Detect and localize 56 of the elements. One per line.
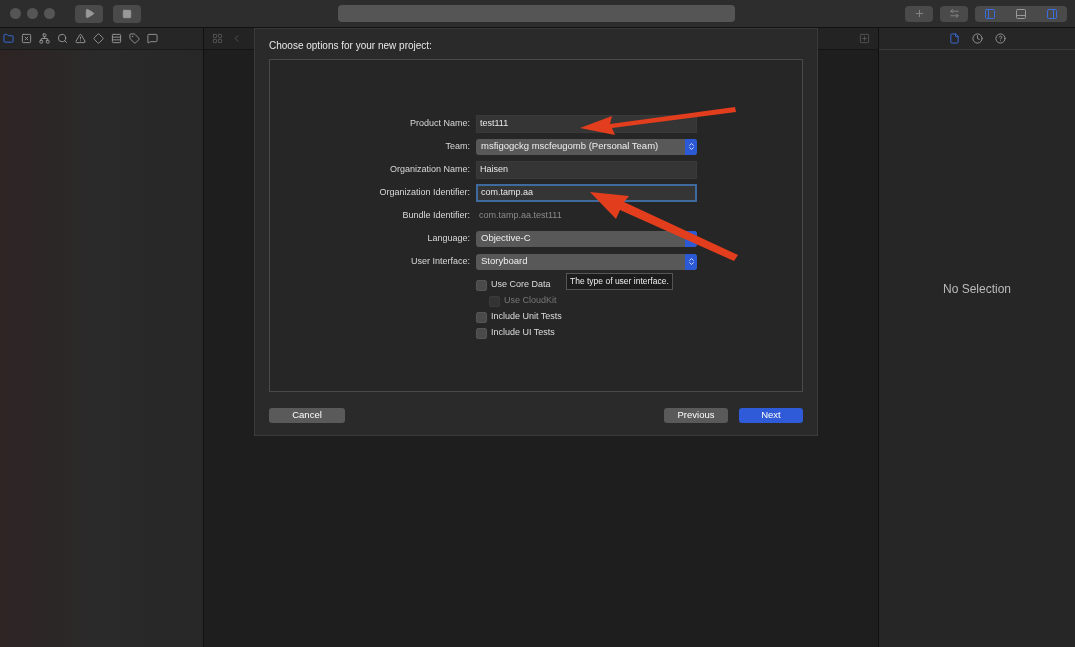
stepper-icon bbox=[685, 253, 697, 270]
swap-arrows-icon bbox=[948, 8, 960, 19]
checkbox[interactable] bbox=[476, 311, 487, 323]
navigator-tab-icon bbox=[3, 33, 14, 44]
swap-button[interactable] bbox=[940, 5, 968, 22]
checkbox-label: Include Unit Tests bbox=[491, 310, 562, 324]
checkbox[interactable] bbox=[476, 327, 487, 339]
navigator-tab-icon bbox=[93, 33, 104, 44]
stop-icon bbox=[122, 8, 132, 19]
popup-button[interactable]: msfigogckg mscfeugomb (Personal Team) bbox=[476, 138, 697, 155]
popup-button[interactable]: Objective-C bbox=[476, 230, 697, 247]
left-panel-icon bbox=[984, 7, 997, 20]
checkbox-label: Include UI Tests bbox=[491, 326, 555, 340]
field-label: User Interface: bbox=[409, 254, 471, 268]
navigator-tab-icon bbox=[147, 33, 158, 44]
checkbox[interactable] bbox=[476, 279, 487, 291]
play-icon bbox=[83, 8, 95, 19]
bottom-panel-icon bbox=[1015, 7, 1027, 20]
popup-button[interactable]: Storyboard bbox=[476, 253, 697, 270]
plus-icon bbox=[913, 8, 925, 19]
right-panel-icon bbox=[1045, 7, 1058, 20]
text-field[interactable]: com.tamp.aa bbox=[476, 183, 697, 202]
navigator-tab-icon bbox=[75, 33, 86, 44]
field-label: Organization Identifier: bbox=[378, 185, 471, 199]
checkbox-label: Use Core Data bbox=[491, 278, 551, 292]
checkbox-label: Use CloudKit bbox=[504, 294, 557, 308]
add-editor-icon bbox=[859, 33, 870, 44]
run-button[interactable] bbox=[75, 4, 103, 23]
grid-icon bbox=[212, 33, 223, 44]
navigator-tab-icon bbox=[129, 33, 140, 44]
text-field[interactable]: Haisen bbox=[476, 160, 697, 179]
field-label: Product Name: bbox=[408, 116, 471, 130]
field-label: Bundle Identifier: bbox=[401, 208, 471, 222]
add-button[interactable] bbox=[905, 5, 933, 22]
field-label: Team: bbox=[444, 139, 471, 153]
stepper-icon bbox=[685, 138, 697, 155]
navigator-tab-icon bbox=[39, 33, 50, 44]
no-selection-text: No Selection bbox=[942, 280, 1011, 298]
navigator-tab-icon bbox=[111, 33, 122, 44]
navigator-tab-icon bbox=[21, 33, 32, 44]
history-icon bbox=[971, 33, 983, 44]
field-label: Organization Name: bbox=[388, 162, 471, 176]
next-button[interactable]: Next bbox=[739, 408, 803, 423]
tooltip: The type of user interface. bbox=[566, 273, 673, 290]
window-control-icon bbox=[27, 8, 38, 19]
file-icon bbox=[948, 33, 960, 44]
sheet-button[interactable]: Previous bbox=[664, 408, 728, 423]
field-label: Language: bbox=[426, 231, 471, 245]
navigator-tab-icon bbox=[57, 33, 68, 44]
window-control-icon bbox=[10, 8, 21, 19]
help-icon bbox=[994, 33, 1006, 44]
stop-button[interactable] bbox=[113, 4, 141, 23]
window-control-icon bbox=[44, 8, 55, 19]
bundle-identifier: com.tamp.aa.test111 bbox=[478, 208, 562, 222]
sheet-button[interactable]: Cancel bbox=[269, 408, 345, 423]
sheet-title: Choose options for your new project: bbox=[269, 39, 433, 53]
